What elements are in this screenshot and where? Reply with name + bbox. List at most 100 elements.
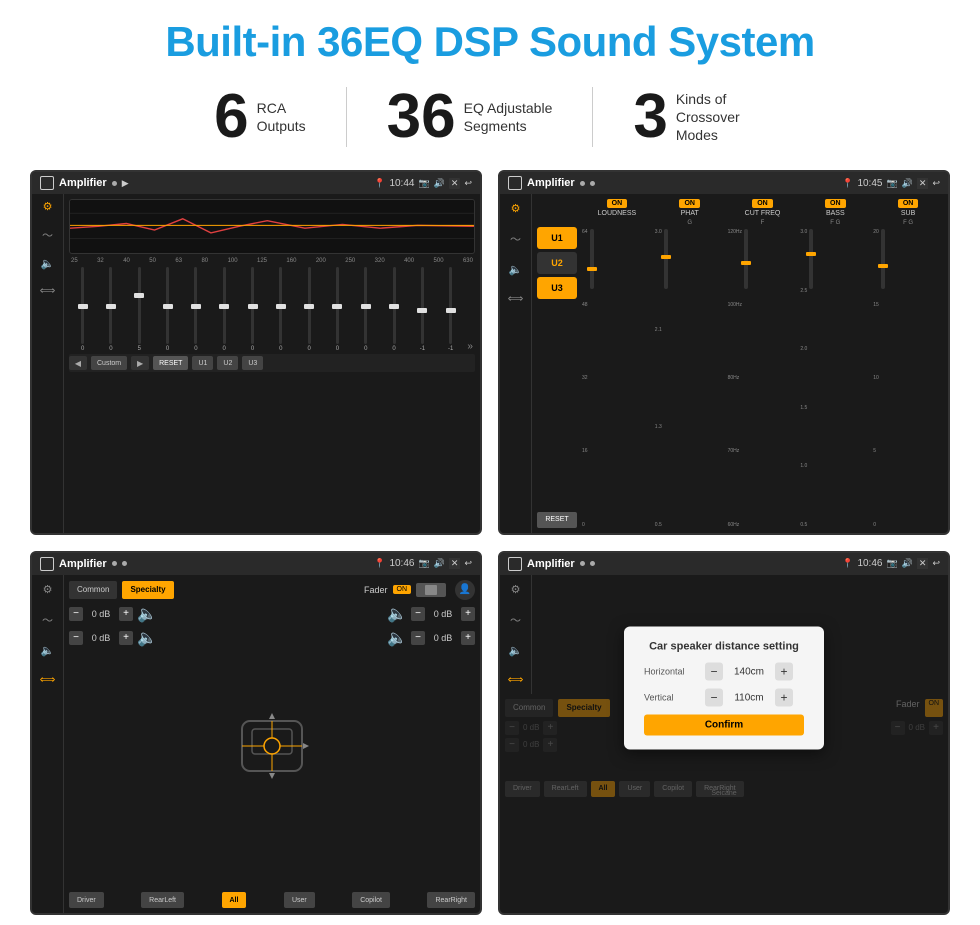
- eq-graph: [69, 199, 475, 254]
- fader-sidebar-wave-icon[interactable]: 〜: [42, 612, 53, 628]
- eq-track-7[interactable]: [251, 267, 254, 344]
- crossover-home-icon[interactable]: [508, 176, 522, 190]
- stat-rca: 6 RCAOutputs: [174, 86, 346, 148]
- cutfreq-slider[interactable]: [744, 229, 748, 289]
- eq-track-5[interactable]: [194, 267, 197, 344]
- user-btn[interactable]: User: [284, 892, 315, 908]
- u3-btn[interactable]: U3: [537, 277, 577, 299]
- dist-rf-minus: −: [891, 721, 905, 735]
- eq-track-14[interactable]: [449, 267, 452, 344]
- specialty-tab-btn[interactable]: Specialty: [122, 581, 173, 599]
- eq-u1-btn[interactable]: U1: [192, 356, 213, 370]
- loudness-slider[interactable]: [590, 229, 594, 289]
- crossover-left-sidebar: ⚙ 〜 🔈 ⟺: [500, 194, 532, 533]
- stat-number-crossover: 3: [633, 86, 667, 148]
- distance-home-icon[interactable]: [508, 557, 522, 571]
- rf-plus[interactable]: +: [461, 607, 475, 621]
- eq-track-4[interactable]: [166, 267, 169, 344]
- loudness-scale-32: 32: [582, 375, 588, 381]
- eq-sidebar-icon-arrows[interactable]: ⟺: [40, 284, 56, 297]
- phat-scale-21: 2.1: [655, 327, 662, 333]
- eq-main: 25 32 40 50 63 80 100 125 160 200 250 32…: [64, 194, 480, 533]
- eq-val-5: 0: [194, 346, 197, 352]
- distance-camera-icon: 📷: [886, 558, 897, 569]
- sub-slider[interactable]: [881, 229, 885, 289]
- eq-sidebar-icon-eq[interactable]: ⚙: [43, 200, 53, 213]
- crossover-arrows-icon[interactable]: ⟺: [508, 292, 524, 305]
- eq-sidebar-icon-speaker[interactable]: 🔈: [41, 257, 55, 270]
- bass-scale-20: 2.0: [800, 346, 807, 352]
- horizontal-plus-btn[interactable]: +: [775, 663, 793, 681]
- rr-minus[interactable]: −: [411, 631, 425, 645]
- eq-track-13[interactable]: [421, 267, 424, 344]
- crossover-wave-icon[interactable]: 〜: [510, 231, 521, 247]
- lf-minus[interactable]: −: [69, 607, 83, 621]
- rr-plus[interactable]: +: [461, 631, 475, 645]
- vertical-plus-btn[interactable]: +: [775, 689, 793, 707]
- eq-track-11[interactable]: [364, 267, 367, 344]
- vertical-value: 110cm: [729, 692, 769, 703]
- eq-reset-btn[interactable]: RESET: [153, 356, 188, 370]
- crossover-header-row: ON LOUDNESS ON PHAT ON CUT FREQ: [582, 199, 943, 217]
- eq-expand-icon[interactable]: »: [467, 341, 473, 352]
- eq-track-9[interactable]: [308, 267, 311, 344]
- sub-on-badge: ON: [898, 199, 919, 208]
- eq-prev-btn[interactable]: ◀: [69, 356, 87, 370]
- right-front-row: 🔈 − 0 dB +: [387, 604, 475, 624]
- distance-bg-rf: − 0 dB +: [891, 721, 943, 735]
- eq-track-10[interactable]: [336, 267, 339, 344]
- copilot-btn[interactable]: Copilot: [352, 892, 390, 908]
- eq-u2-btn[interactable]: U2: [217, 356, 238, 370]
- rear-left-btn[interactable]: RearLeft: [141, 892, 184, 908]
- eq-slider-5: 0: [184, 267, 207, 352]
- fader-sidebar-speaker-icon[interactable]: 🔈: [41, 644, 55, 657]
- eq-track-3[interactable]: [138, 267, 141, 344]
- crossover-reset-btn[interactable]: RESET: [537, 512, 577, 528]
- crossover-eq-icon[interactable]: ⚙: [511, 202, 521, 215]
- fader-sidebar-arrows-icon[interactable]: ⟺: [40, 673, 56, 686]
- confirm-button[interactable]: Confirm: [644, 715, 804, 736]
- phat-scale-30: 3.0: [655, 229, 662, 235]
- bass-slider[interactable]: [809, 229, 813, 289]
- fader-sidebar-eq-icon[interactable]: ⚙: [43, 583, 53, 596]
- distance-left-sidebar: ⚙ 〜 🔈 ⟺: [500, 575, 532, 694]
- eq-track-12[interactable]: [393, 267, 396, 344]
- common-tab-btn[interactable]: Common: [69, 581, 117, 599]
- fader-slider-control[interactable]: [416, 583, 446, 597]
- eq-val-6: 0: [223, 346, 226, 352]
- lr-minus[interactable]: −: [69, 631, 83, 645]
- fader-settings-icon[interactable]: 👤: [455, 580, 475, 600]
- vertical-minus-btn[interactable]: −: [705, 689, 723, 707]
- eq-track-8[interactable]: [279, 267, 282, 344]
- all-btn[interactable]: All: [222, 892, 247, 908]
- distance-close-icon: ✕: [917, 558, 929, 569]
- eq-track-1[interactable]: [81, 267, 84, 344]
- lr-plus[interactable]: +: [119, 631, 133, 645]
- eq-track-6[interactable]: [223, 267, 226, 344]
- fader-home-icon[interactable]: [40, 557, 54, 571]
- lf-plus[interactable]: +: [119, 607, 133, 621]
- eq-next-btn[interactable]: ▶: [131, 356, 149, 370]
- crossover-time: 10:45: [857, 178, 882, 189]
- rear-right-btn[interactable]: RearRight: [427, 892, 475, 908]
- sublabel-g: [582, 220, 652, 226]
- eq-custom-btn[interactable]: Custom: [91, 356, 127, 370]
- distance-status-bar: Amplifier 📍 10:46 📷 🔊 ✕ ↩: [500, 553, 948, 575]
- home-icon[interactable]: [40, 176, 54, 190]
- cutfreq-label: CUT FREQ: [745, 210, 781, 217]
- stat-text-eq: EQ AdjustableSegments: [464, 99, 553, 135]
- u2-btn[interactable]: U2: [537, 252, 577, 274]
- eq-val-2: 0: [109, 346, 112, 352]
- rf-minus[interactable]: −: [411, 607, 425, 621]
- u1-btn[interactable]: U1: [537, 227, 577, 249]
- eq-track-2[interactable]: [109, 267, 112, 344]
- fader-slider-thumb: [425, 585, 437, 595]
- crossover-speaker-icon[interactable]: 🔈: [509, 263, 523, 276]
- dist-all-bg: All: [591, 781, 616, 797]
- phat-slider[interactable]: [664, 229, 668, 289]
- horizontal-minus-btn[interactable]: −: [705, 663, 723, 681]
- distance-fader-on-bg: ON: [925, 699, 944, 717]
- eq-u3-btn[interactable]: U3: [242, 356, 263, 370]
- driver-btn[interactable]: Driver: [69, 892, 104, 908]
- eq-sidebar-icon-wave[interactable]: 〜: [42, 227, 53, 243]
